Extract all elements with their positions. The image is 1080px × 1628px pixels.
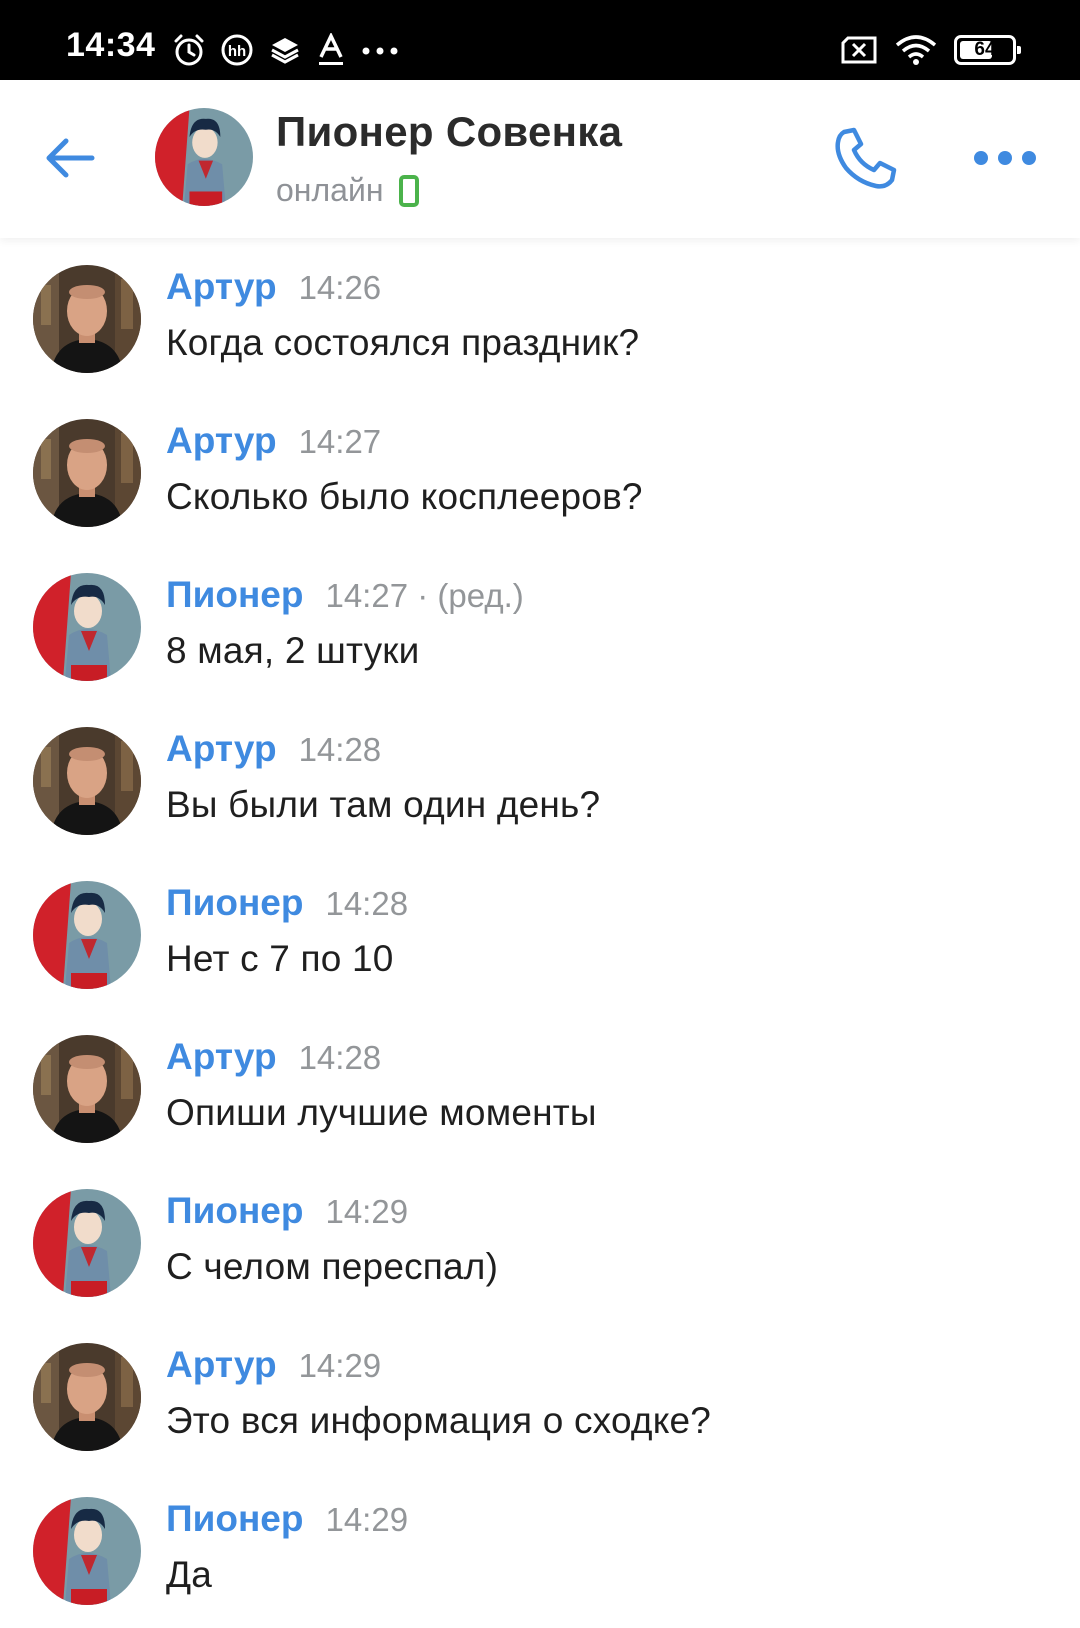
pioneer-avatar-image <box>33 1189 141 1297</box>
sender-avatar[interactable] <box>33 265 141 373</box>
message-time: 14:29 <box>325 1193 409 1230</box>
sender-avatar[interactable] <box>33 727 141 835</box>
sender-name[interactable]: Пионер <box>166 1498 303 1540</box>
status-bar: 14:34 hh 64 <box>0 0 1080 80</box>
message-time: 14:29 <box>298 1347 382 1384</box>
wifi-icon <box>895 35 937 65</box>
alarm-icon <box>174 34 204 66</box>
sender-avatar[interactable] <box>33 419 141 527</box>
sender-name[interactable]: Пионер <box>166 574 303 616</box>
more-options-button[interactable] <box>970 130 1040 186</box>
pioneer-avatar-image <box>155 108 253 206</box>
sender-avatar[interactable] <box>33 1189 141 1297</box>
message-list[interactable]: Артур 14:26 Когда состоялся праздник? Арт… <box>0 238 1080 1624</box>
hh-icon: hh <box>221 34 253 66</box>
message-text: Нет с 7 по 10 <box>166 938 394 979</box>
message-item[interactable]: Артур 14:29 Это вся информация о сходке? <box>0 1316 1080 1470</box>
message-text: 8 мая, 2 штуки <box>166 630 420 671</box>
sender-avatar[interactable] <box>33 573 141 681</box>
sender-name[interactable]: Артур <box>166 420 277 462</box>
artur-avatar-image <box>33 1343 141 1451</box>
sender-name[interactable]: Пионер <box>166 882 303 924</box>
sender-avatar[interactable] <box>33 1035 141 1143</box>
battery-icon: 64 <box>954 35 1021 65</box>
notification-icons: hh <box>172 30 400 70</box>
more-dots-icon <box>362 47 398 55</box>
message-text: Это вся информация о сходке? <box>166 1400 712 1441</box>
sender-name[interactable]: Артур <box>166 1344 277 1386</box>
phone-icon <box>835 127 897 189</box>
artur-avatar-image <box>33 1035 141 1143</box>
message-item[interactable]: Артур 14:28 Опиши лучшие моменты <box>0 1008 1080 1162</box>
system-icons: 64 <box>840 30 1021 70</box>
message-item[interactable]: Пионер 14:27 · (ред.) 8 мая, 2 штуки <box>0 546 1080 700</box>
message-time: 14:28 <box>325 885 409 922</box>
contact-avatar[interactable] <box>155 108 253 206</box>
chat-header: Пионер Совенка онлайн <box>0 80 1080 238</box>
message-item[interactable]: Пионер 14:29 Да <box>0 1470 1080 1624</box>
pioneer-avatar-image <box>33 573 141 681</box>
arrow-left-icon <box>46 138 95 178</box>
artur-avatar-image <box>33 419 141 527</box>
message-time: 14:28 <box>298 1039 382 1076</box>
pioneer-avatar-image <box>33 1497 141 1605</box>
more-dot-icon <box>974 151 988 165</box>
mobile-online-icon <box>399 174 420 207</box>
sender-avatar[interactable] <box>33 1497 141 1605</box>
contact-status: онлайн <box>276 172 420 209</box>
message-text: С челом переспал) <box>166 1246 499 1287</box>
online-status-text: онлайн <box>276 172 384 208</box>
message-item[interactable]: Артур 14:28 Вы были там один день? <box>0 700 1080 854</box>
contact-name: Пионер Совенка <box>276 108 623 155</box>
message-item[interactable]: Артур 14:27 Сколько было косплееров? <box>0 392 1080 546</box>
message-item[interactable]: Артур 14:26 Когда состоялся праздник? <box>0 238 1080 392</box>
sender-name[interactable]: Артур <box>166 266 277 308</box>
back-button[interactable] <box>40 128 100 188</box>
layers-icon <box>271 38 299 64</box>
message-text: Когда состоялся праздник? <box>166 322 640 363</box>
more-dot-icon <box>1022 151 1036 165</box>
call-button[interactable] <box>830 124 900 194</box>
message-text: Вы были там один день? <box>166 784 601 825</box>
artur-avatar-image <box>33 727 141 835</box>
sender-name[interactable]: Пионер <box>166 1190 303 1232</box>
sim-off-icon <box>841 36 877 64</box>
svg-text:hh: hh <box>228 43 246 60</box>
message-item[interactable]: Пионер 14:28 Нет с 7 по 10 <box>0 854 1080 1008</box>
sender-name[interactable]: Артур <box>166 728 277 770</box>
sender-avatar[interactable] <box>33 1343 141 1451</box>
battery-level: 64 <box>974 39 996 60</box>
sender-avatar[interactable] <box>33 881 141 989</box>
message-text: Сколько было косплееров? <box>166 476 643 517</box>
artur-avatar-image <box>33 265 141 373</box>
message-text: Да <box>166 1554 213 1595</box>
message-time: 14:29 <box>325 1501 409 1538</box>
message-time: 14:28 <box>298 731 382 768</box>
pioneer-avatar-image <box>33 881 141 989</box>
font-a-icon <box>319 33 343 65</box>
message-text: Опиши лучшие моменты <box>166 1092 597 1133</box>
more-dot-icon <box>998 151 1012 165</box>
message-time: 14:27 <box>298 423 382 460</box>
message-time: 14:26 <box>298 269 382 306</box>
message-time: 14:27 · (ред.) <box>325 577 524 614</box>
sender-name[interactable]: Артур <box>166 1036 277 1078</box>
message-item[interactable]: Пионер 14:29 С челом переспал) <box>0 1162 1080 1316</box>
status-time: 14:34 <box>66 26 156 64</box>
